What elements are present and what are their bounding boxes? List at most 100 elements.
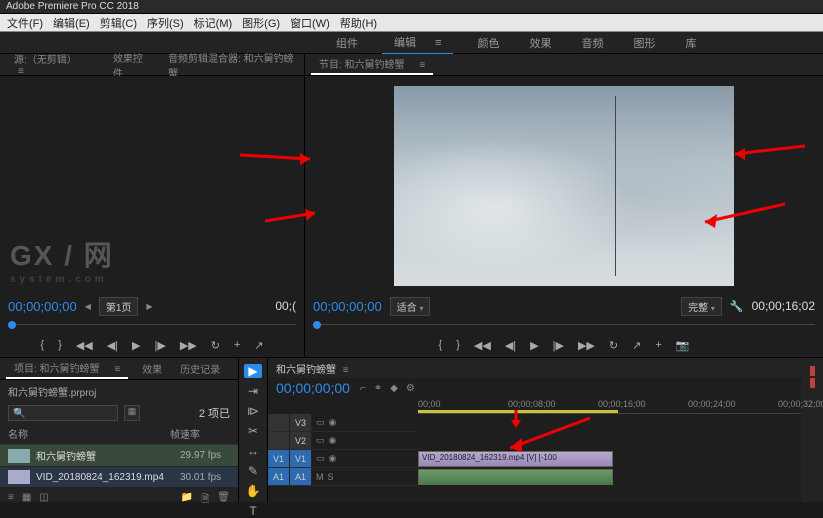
ffwd-button[interactable]: ▶▶ xyxy=(180,339,197,352)
track-v1[interactable]: V1V1▭◉ xyxy=(268,450,418,468)
source-tc-out: 00;( xyxy=(275,299,296,313)
toggle-icon[interactable]: ▭ xyxy=(316,435,325,446)
next-page-icon[interactable]: ▶ xyxy=(146,302,152,311)
track-v3[interactable]: V3▭◉ xyxy=(268,414,418,432)
time-ruler[interactable]: 00;00 00;00;08;00 00;00;16;00 00;00;24;0… xyxy=(418,398,801,414)
mark-in-button[interactable]: { xyxy=(40,339,44,351)
timeline-tc[interactable]: 00;00;00;00 xyxy=(276,380,350,396)
menu-help[interactable]: 帮助(H) xyxy=(337,15,380,31)
col-name[interactable]: 名称 xyxy=(8,426,170,441)
new-bin-icon[interactable]: 📁 xyxy=(181,492,193,509)
timeline-panel: 和六舅钓螃蟹 ≡ 00;00;00;00 ⌐ ⚭ ◆ ⚙ 00;00 00;00… xyxy=(268,358,801,502)
work-area[interactable] xyxy=(418,410,618,413)
filter-icon[interactable]: ▦ xyxy=(124,405,140,421)
razor-tool-icon[interactable]: ✂ xyxy=(244,424,262,438)
menu-sequence[interactable]: 序列(S) xyxy=(144,15,187,31)
snap-icon[interactable]: ⌐ xyxy=(360,383,366,394)
tab-program[interactable]: 节目: 和六舅钓螃蟹 ≡ xyxy=(311,54,433,75)
step-fwd-button[interactable]: |▶ xyxy=(154,339,165,352)
menu-edit[interactable]: 编辑(E) xyxy=(50,15,93,31)
meter-l xyxy=(810,366,815,376)
slip-tool-icon[interactable]: ↔ xyxy=(244,444,262,458)
quality-dropdown[interactable]: 完整 ▾ xyxy=(681,297,722,316)
step-fwd-button[interactable]: |▶ xyxy=(553,339,564,352)
play-button[interactable]: ▶ xyxy=(132,339,140,352)
mark-in-button[interactable]: { xyxy=(439,339,443,351)
tab-history[interactable]: 历史记录 xyxy=(176,359,224,378)
loop-button[interactable]: ↻ xyxy=(211,339,220,352)
type-tool-icon[interactable]: T xyxy=(244,504,262,518)
new-item-icon[interactable]: 🗎 xyxy=(201,492,209,509)
source-scrubber[interactable] xyxy=(8,319,296,331)
track-a1[interactable]: A1A1MS xyxy=(268,468,418,486)
trash-icon[interactable]: 🗑 xyxy=(217,492,230,509)
extract-button[interactable]: + xyxy=(655,339,661,351)
tab-project[interactable]: 项目: 和六舅钓螃蟹 ≡ xyxy=(6,358,128,379)
menu-window[interactable]: 窗口(W) xyxy=(287,15,333,31)
source-tc-in[interactable]: 00;00;00;00 xyxy=(8,299,77,314)
menu-file[interactable]: 文件(F) xyxy=(4,15,46,31)
menu-graphics[interactable]: 图形(G) xyxy=(239,15,283,31)
project-search-input[interactable] xyxy=(8,405,118,421)
audio-clip[interactable] xyxy=(418,469,613,485)
video-clip[interactable]: VID_20180824_162319.mp4 [V] [-100 xyxy=(418,451,613,467)
ws-audio[interactable]: 音频 xyxy=(575,32,609,54)
ws-editing[interactable]: 编辑 ≡ xyxy=(382,31,453,55)
hamburger-icon[interactable]: ≡ xyxy=(429,34,447,52)
ripple-tool-icon[interactable]: ⧐ xyxy=(244,404,262,418)
pen-tool-icon[interactable]: ✎ xyxy=(244,464,262,478)
menu-clip[interactable]: 剪辑(C) xyxy=(97,15,140,31)
mute-icon[interactable]: M xyxy=(316,472,324,482)
track-select-tool-icon[interactable]: ⇥ xyxy=(244,384,262,398)
project-row[interactable]: 和六舅钓螃蟹 29.97 fps xyxy=(0,445,238,466)
eye-icon[interactable]: ◉ xyxy=(329,417,337,428)
ws-color[interactable]: 颜色 xyxy=(471,32,505,54)
link-icon[interactable]: ⚭ xyxy=(374,383,382,394)
selection-tool-icon[interactable]: ▶ xyxy=(244,364,262,378)
step-back-button[interactable]: ◀| xyxy=(505,339,516,352)
freeform-icon[interactable]: ◫ xyxy=(39,492,48,509)
export-frame-button[interactable]: ↗ xyxy=(254,339,263,352)
rewind-button[interactable]: ◀◀ xyxy=(474,339,491,352)
solo-icon[interactable]: S xyxy=(328,472,334,482)
program-tc-in[interactable]: 00;00;00;00 xyxy=(313,299,382,314)
step-back-button[interactable]: ◀| xyxy=(107,339,118,352)
ws-library[interactable]: 库 xyxy=(679,32,702,54)
page-selector[interactable]: 第1页 xyxy=(99,297,139,316)
project-row[interactable]: VID_20180824_162319.mp4 30.01 fps xyxy=(0,467,238,487)
icon-view-icon[interactable]: ▦ xyxy=(22,492,31,509)
camera-icon[interactable]: 📷 xyxy=(676,339,690,352)
rewind-button[interactable]: ◀◀ xyxy=(76,339,93,352)
ws-effects[interactable]: 效果 xyxy=(523,32,557,54)
mark-out-button[interactable]: } xyxy=(456,339,460,351)
hand-tool-icon[interactable]: ✋ xyxy=(244,484,262,498)
ws-assembly[interactable]: 组件 xyxy=(330,32,364,54)
timeline-tracks-area[interactable]: VID_20180824_162319.mp4 [V] [-100 xyxy=(418,414,801,486)
eye-icon[interactable]: ◉ xyxy=(329,453,337,464)
settings-icon[interactable]: ⚙ xyxy=(406,383,415,394)
play-button[interactable]: ▶ xyxy=(530,339,538,352)
ws-graphics[interactable]: 图形 xyxy=(627,32,661,54)
program-transport: { } ◀◀ ◀| ▶ |▶ ▶▶ ↻ ↗ + 📷 xyxy=(305,333,823,357)
loop-button[interactable]: ↻ xyxy=(609,339,618,352)
list-view-icon[interactable]: ≡ xyxy=(8,492,14,509)
video-frame xyxy=(394,86,734,286)
sequence-tab[interactable]: 和六舅钓螃蟹 ≡ xyxy=(276,361,349,376)
col-fps[interactable]: 帧速率 xyxy=(170,426,230,441)
program-viewer xyxy=(305,76,823,295)
lift-button[interactable]: ↗ xyxy=(632,339,641,352)
ffwd-button[interactable]: ▶▶ xyxy=(578,339,595,352)
toggle-icon[interactable]: ▭ xyxy=(316,453,325,464)
track-v2[interactable]: V2▭◉ xyxy=(268,432,418,450)
prev-page-icon[interactable]: ◀ xyxy=(85,302,91,311)
program-scrubber[interactable] xyxy=(313,319,815,331)
marker-icon[interactable]: ◆ xyxy=(390,383,398,394)
tab-effects[interactable]: 效果 xyxy=(138,359,166,378)
fit-dropdown[interactable]: 适合 ▾ xyxy=(390,297,431,316)
wrench-icon[interactable]: 🔧 xyxy=(730,300,744,313)
menu-marker[interactable]: 标记(M) xyxy=(191,15,236,31)
toggle-icon[interactable]: ▭ xyxy=(316,417,325,428)
mark-out-button[interactable]: } xyxy=(58,339,62,351)
insert-button[interactable]: + xyxy=(234,339,240,351)
eye-icon[interactable]: ◉ xyxy=(329,435,337,446)
